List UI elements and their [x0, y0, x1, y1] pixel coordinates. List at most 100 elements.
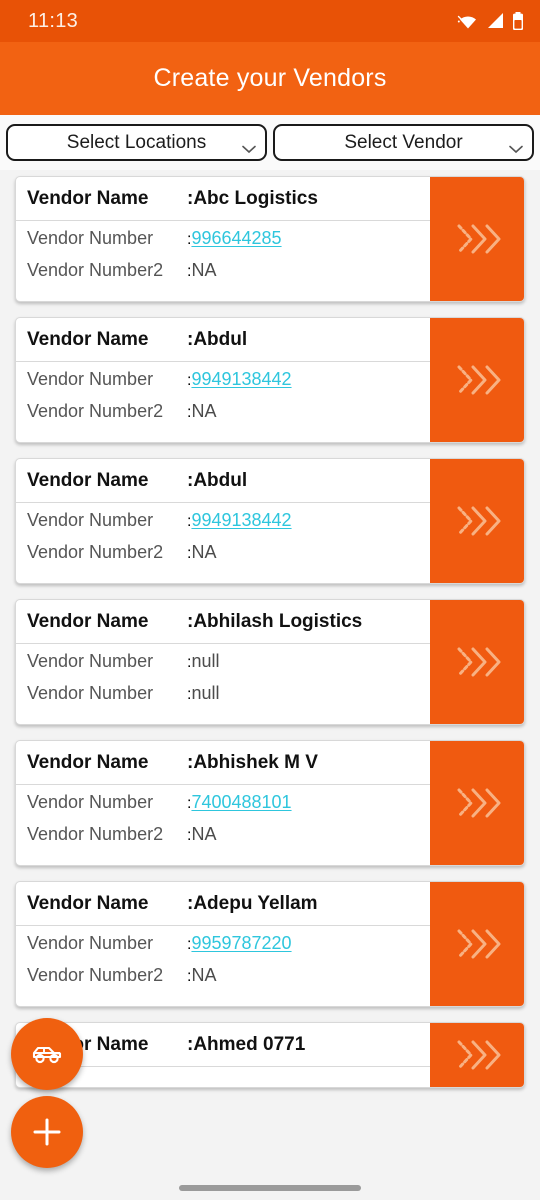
vendor-number-row: Vendor Number2: NA	[27, 824, 430, 856]
vendor-number-row: Vendor Number: 9949138442	[27, 369, 430, 401]
vendor-number-label: Vendor Number	[27, 933, 154, 953]
vendor-number-row: Vendor Number: null	[27, 683, 430, 715]
vendor-card[interactable]: Vendor Name:Ahmed 0771	[15, 1022, 525, 1088]
vendor-phone-link[interactable]: 9949138442	[191, 369, 291, 390]
vendor-number-value: NA	[191, 401, 217, 421]
vendor-number-label: Vendor Number	[27, 369, 154, 389]
vendor-name-value: :Abhilash Logistics	[187, 610, 363, 632]
vendor-detail-block: Vendor Number: 7400488101 Vendor Number2:…	[16, 785, 430, 865]
vendor-number-row: Vendor Number: 9949138442	[27, 510, 430, 542]
vendor-card-forward-button[interactable]	[430, 318, 524, 442]
vendor-card-forward-button[interactable]	[430, 177, 524, 301]
vendor-card-forward-button[interactable]	[430, 882, 524, 1006]
vendor-number-value: NA	[191, 542, 217, 562]
vendor-card[interactable]: Vendor Name:Abc Logistics Vendor Number: …	[15, 176, 525, 302]
vendor-name-value: :Ahmed 0771	[187, 1033, 306, 1055]
vendor-card-body: Vendor Name :Abhishek M V Vendor Number: 7…	[16, 741, 430, 865]
vendor-card-forward-button[interactable]	[430, 1023, 524, 1087]
vendor-name-row: Vendor Name :Abhishek M V	[16, 741, 430, 785]
vendor-number-label: Vendor Number	[27, 651, 154, 671]
vendor-card-body: Vendor Name :Abhilash Logistics Vendor Num…	[16, 600, 430, 724]
vendor-phone-link[interactable]: 9959787220	[191, 933, 291, 954]
chevron-down-icon	[242, 145, 256, 154]
vendor-detail-block: Vendor Number: 996644285 Vendor Number2: …	[16, 221, 430, 301]
vendor-number-row: Vendor Number2: NA	[27, 542, 430, 574]
double-chevron-right-icon	[451, 498, 503, 544]
vendor-name-row: Vendor Name :Abdul	[16, 318, 430, 362]
double-chevron-right-icon	[451, 216, 503, 262]
add-fab[interactable]	[11, 1096, 83, 1168]
vendor-name-label: Vendor Name	[27, 892, 149, 914]
vendor-number-value: NA	[191, 965, 217, 985]
vendor-number-label: Vendor Number	[27, 510, 154, 530]
vehicle-fab[interactable]	[11, 1018, 83, 1090]
vendor-number-label: Vendor Number	[27, 228, 154, 248]
vendor-card[interactable]: Vendor Name :Adepu Yellam Vendor Number: 9…	[15, 881, 525, 1007]
vendor-number-value: NA	[191, 260, 217, 280]
select-locations-dropdown[interactable]: Select Locations	[6, 124, 267, 161]
chevron-down-icon	[509, 145, 523, 154]
vendor-name-label: Vendor Name	[27, 328, 149, 350]
vendor-name-row: Vendor Name:Abc Logistics	[16, 177, 430, 221]
vendor-phone-link[interactable]: 996644285	[191, 228, 281, 249]
vendor-card-forward-button[interactable]	[430, 459, 524, 583]
vendor-card-body: Vendor Name:Abc Logistics Vendor Number: …	[16, 177, 430, 301]
vendor-number-row: Vendor Number2: NA	[27, 965, 430, 997]
select-locations-label: Select Locations	[66, 131, 207, 153]
vendor-name-row: Vendor Name :Adepu Yellam	[16, 882, 430, 926]
vendor-name-value: :Abdul	[187, 469, 248, 491]
vendor-number-label: Vendor Number2	[27, 824, 164, 844]
filter-row: Select Locations Select Vendor	[0, 115, 540, 170]
double-chevron-right-icon	[451, 780, 503, 826]
vendor-card-forward-button[interactable]	[430, 741, 524, 865]
cellular-signal-icon	[486, 12, 505, 30]
car-icon	[30, 1039, 64, 1069]
vendor-name-row: Vendor Name :Abhilash Logistics	[16, 600, 430, 644]
vendor-detail-block: Vendor Number: 9949138442 Vendor Number2:…	[16, 362, 430, 442]
battery-icon	[512, 11, 524, 31]
status-bar-clock: 11:13	[28, 9, 79, 32]
plus-icon	[31, 1116, 63, 1148]
vendor-number-row: Vendor Number2: NA	[27, 401, 430, 433]
vendor-name-value: :Abdul	[187, 328, 248, 350]
vendor-number-row: Vendor Number2: NA	[27, 260, 430, 292]
status-bar: 11:13	[0, 0, 540, 42]
vendor-detail-block: Vendor Number: null Vendor Number: null	[16, 644, 430, 724]
double-chevron-right-icon	[451, 1032, 503, 1078]
double-chevron-right-icon	[451, 921, 503, 967]
vendor-name-value: :Abhishek M V	[187, 751, 318, 773]
vendor-number-label: Vendor Number2	[27, 260, 164, 280]
wifi-icon	[457, 12, 479, 30]
vendor-number-value: null	[191, 683, 220, 703]
vendor-phone-link[interactable]: 9949138442	[191, 510, 291, 531]
vendor-number-value: null	[191, 651, 220, 671]
vendor-number-label: Vendor Number	[27, 683, 154, 703]
vendor-number-row: Vendor Number: null	[27, 651, 430, 683]
vendor-card[interactable]: Vendor Name :Abhilash Logistics Vendor Num…	[15, 599, 525, 725]
vendor-number-row: Vendor Number: 9959787220	[27, 933, 430, 965]
vendor-name-value: :Adepu Yellam	[187, 892, 318, 914]
vendor-detail-block: Vendor Number: 9949138442 Vendor Number2:…	[16, 503, 430, 583]
double-chevron-right-icon	[451, 639, 503, 685]
vendor-phone-link[interactable]: 7400488101	[191, 792, 291, 813]
vendor-card-body: Vendor Name :Adepu Yellam Vendor Number: 9…	[16, 882, 430, 1006]
status-bar-icons	[457, 11, 524, 31]
vendor-name-label: Vendor Name	[27, 610, 149, 632]
vendor-name-label: Vendor Name	[27, 751, 149, 773]
vendor-number-label: Vendor Number2	[27, 965, 164, 985]
vendor-card[interactable]: Vendor Name :Abdul Vendor Number: 99491384…	[15, 458, 525, 584]
vendor-name-label: Vendor Name	[27, 469, 149, 491]
select-vendor-dropdown[interactable]: Select Vendor	[273, 124, 534, 161]
vendor-number-row: Vendor Number: 7400488101	[27, 792, 430, 824]
vendor-card[interactable]: Vendor Name :Abdul Vendor Number: 99491384…	[15, 317, 525, 443]
select-vendor-label: Select Vendor	[344, 131, 463, 153]
app-bar: Create your Vendors	[0, 42, 540, 115]
double-chevron-right-icon	[451, 357, 503, 403]
vendor-card[interactable]: Vendor Name :Abhishek M V Vendor Number: 7…	[15, 740, 525, 866]
vendor-number-label: Vendor Number	[27, 792, 154, 812]
vendor-name-label: Vendor Name	[27, 187, 149, 209]
vendor-card-body: Vendor Name :Abdul Vendor Number: 99491384…	[16, 459, 430, 583]
gesture-navigation-bar[interactable]	[179, 1185, 361, 1191]
vendor-card-forward-button[interactable]	[430, 600, 524, 724]
vendor-detail-block: Vendor Number: 9959787220 Vendor Number2:…	[16, 926, 430, 1006]
